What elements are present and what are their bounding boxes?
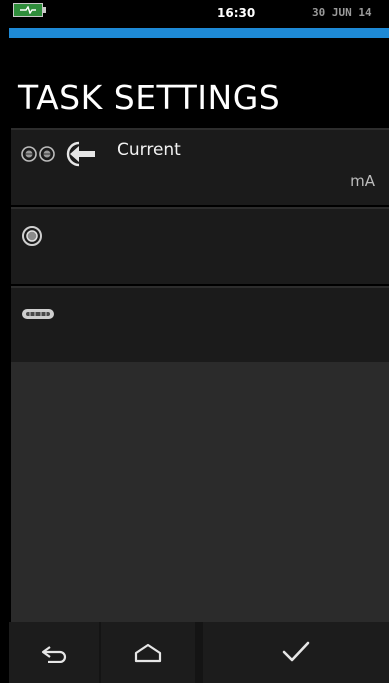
pressure-port-icon: [21, 225, 43, 251]
checkmark-icon: [282, 641, 310, 662]
confirm-button[interactable]: [203, 622, 389, 683]
row-unit: mA: [350, 172, 375, 190]
row-label: Current: [117, 140, 181, 160]
settings-list: Current mA: [11, 128, 389, 365]
terminal-pair-icon: [21, 144, 59, 168]
settings-row-pressure[interactable]: [11, 207, 389, 284]
status-time: 16:30: [217, 6, 256, 20]
measure-input-arrow-icon: [61, 140, 97, 172]
device-screen: 16:30 30 JUN 14 TASK SETTINGS Current mA: [9, 0, 389, 683]
empty-content-area: [11, 362, 389, 622]
accent-bar: [9, 28, 389, 38]
home-button[interactable]: [101, 622, 195, 683]
page-title: TASK SETTINGS: [18, 78, 281, 117]
status-date: 30 JUN 14: [312, 6, 372, 19]
settings-row-sensor[interactable]: [11, 286, 389, 363]
external-sensor-icon: [21, 306, 55, 325]
home-icon: [134, 643, 162, 663]
back-arrow-icon: [41, 646, 67, 663]
settings-row-current[interactable]: Current mA: [11, 128, 389, 205]
status-bar: 16:30 30 JUN 14: [9, 0, 389, 28]
back-button[interactable]: [9, 622, 99, 683]
battery-charging-icon: [13, 3, 46, 17]
nav-bar: [9, 622, 389, 683]
